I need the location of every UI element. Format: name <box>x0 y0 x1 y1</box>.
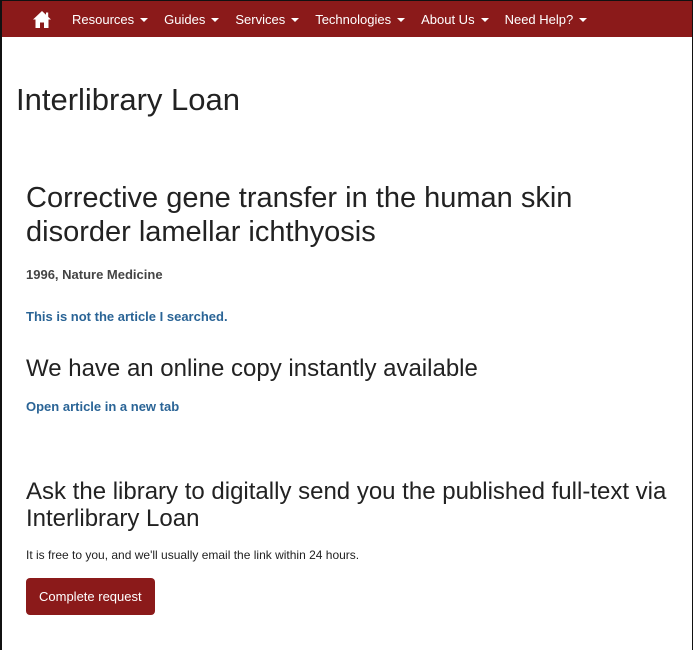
chevron-down-icon <box>480 17 489 22</box>
article-title: Corrective gene transfer in the human sk… <box>26 182 573 248</box>
nav-about-us-label: About Us <box>421 11 475 27</box>
nav-about-us[interactable]: About Us <box>421 11 489 27</box>
chevron-down-icon <box>397 17 406 22</box>
top-navbar: Resources Guides Services Technologies A… <box>2 1 692 37</box>
home-icon-svg <box>33 10 51 28</box>
chevron-down-icon <box>140 17 149 22</box>
home-icon[interactable] <box>32 9 52 29</box>
nav-guides-label: Guides <box>164 11 206 27</box>
chevron-down-icon <box>291 17 300 22</box>
nav-services-label: Services <box>235 11 286 27</box>
main-content: Interlibrary Loan Corrective gene transf… <box>16 37 682 615</box>
browser-frame: Resources Guides Services Technologies A… <box>0 0 693 650</box>
complete-request-button[interactable]: Complete request <box>26 578 155 615</box>
page-title: Interlibrary Loan <box>16 82 241 117</box>
nav-technologies[interactable]: Technologies <box>315 11 406 27</box>
nav-services[interactable]: Services <box>235 11 300 27</box>
chevron-down-icon <box>211 17 220 22</box>
nav-technologies-label: Technologies <box>315 11 392 27</box>
nav-resources[interactable]: Resources <box>72 11 149 27</box>
online-copy-heading: We have an online copy instantly availab… <box>26 355 478 382</box>
chevron-down-icon <box>579 17 588 22</box>
ill-note: It is free to you, and we'll usually ema… <box>26 548 360 562</box>
nav-guides[interactable]: Guides <box>164 11 220 27</box>
nav-resources-label: Resources <box>72 11 135 27</box>
open-article-link[interactable]: Open article in a new tab <box>26 399 179 414</box>
nav-need-help[interactable]: Need Help? <box>505 12 588 27</box>
not-article-link[interactable]: This is not the article I searched. <box>26 309 228 324</box>
nav-need-help-label: Need Help? <box>504 11 574 27</box>
ill-heading: Ask the library to digitally send you th… <box>26 478 667 532</box>
article-meta: 1996, Nature Medicine <box>26 267 163 282</box>
